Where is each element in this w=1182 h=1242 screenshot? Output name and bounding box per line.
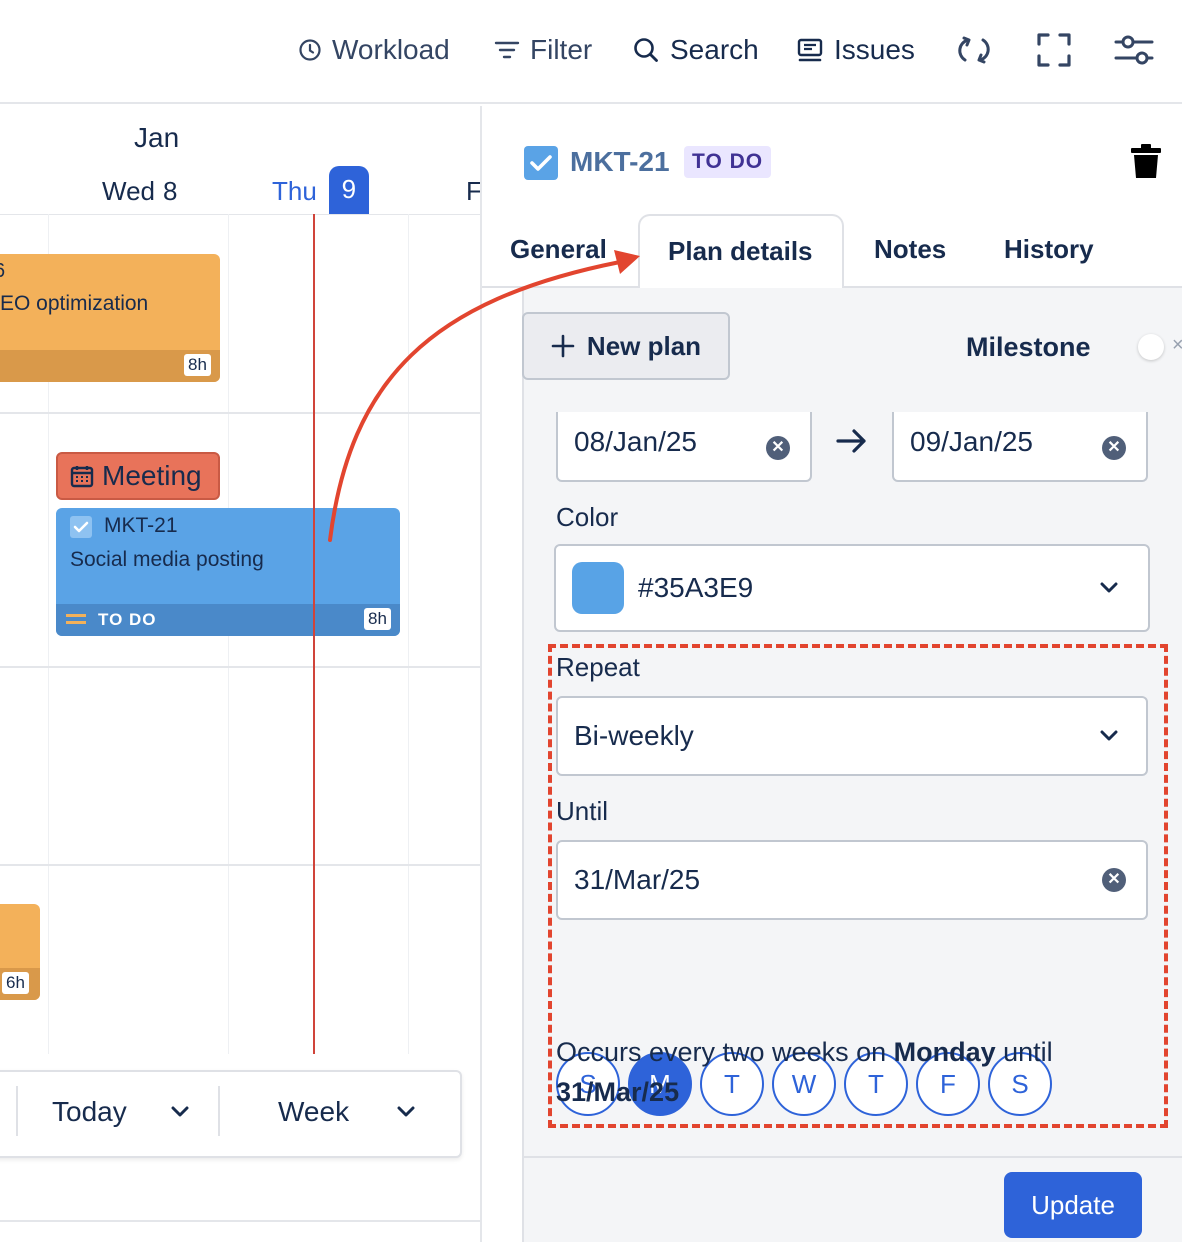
annotation-arrow [328,250,640,542]
